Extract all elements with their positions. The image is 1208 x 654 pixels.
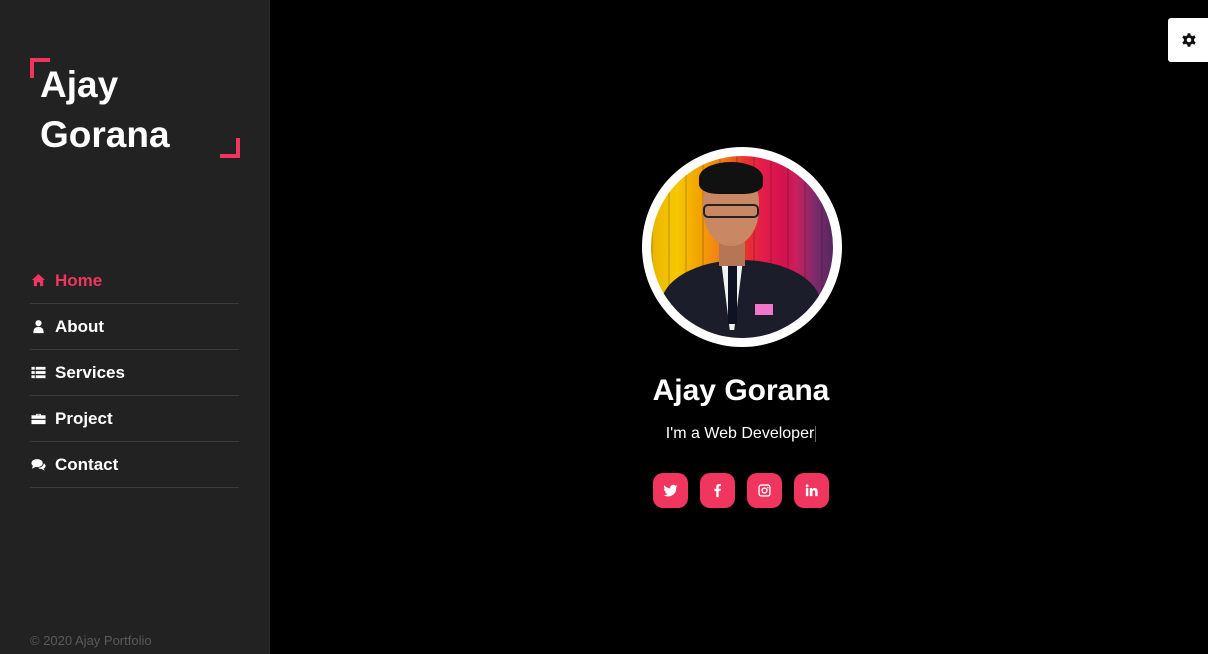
logo-text: Ajay Gorana [40,64,170,155]
gear-icon [1182,31,1198,49]
comments-icon [30,457,46,473]
list-icon [30,365,46,381]
hero-tagline-text: I'm a Web Developer [665,425,815,442]
hero-name: Ajay Gorana [652,374,830,407]
profile-photo [651,156,833,338]
main-nav: Home About Services Project Contact [30,258,239,488]
nav-item-label: Services [55,362,125,382]
briefcase-icon [30,411,46,427]
nav-item-label: Contact [55,454,119,474]
linkedin-link[interactable] [794,473,829,508]
twitter-link[interactable] [653,473,688,508]
linkedin-icon [804,483,819,498]
user-icon [30,319,46,335]
typing-cursor [815,425,817,442]
nav-item-about[interactable]: About [30,304,239,350]
instagram-link[interactable] [747,473,782,508]
facebook-icon [710,483,725,498]
home-icon [30,273,46,289]
nav-item-contact[interactable]: Contact [30,442,239,488]
sidebar: Ajay Gorana Home About Services Project [0,0,270,654]
logo[interactable]: Ajay Gorana [30,58,240,158]
logo-corner-bottom-right [220,138,240,158]
nav-item-project[interactable]: Project [30,396,239,442]
profile-avatar [642,147,842,347]
nav-item-home[interactable]: Home [30,258,239,304]
nav-item-label: Project [55,408,113,428]
twitter-icon [663,483,678,498]
social-links [653,473,829,508]
nav-item-label: Home [55,270,103,290]
instagram-icon [757,483,772,498]
copyright-text: © 2020 Ajay Portfolio [30,633,152,648]
nav-item-label: About [55,316,105,336]
settings-button[interactable] [1168,18,1208,62]
facebook-link[interactable] [700,473,735,508]
hero-tagline: I'm a Web Developer [540,425,942,443]
nav-item-services[interactable]: Services [30,350,239,396]
